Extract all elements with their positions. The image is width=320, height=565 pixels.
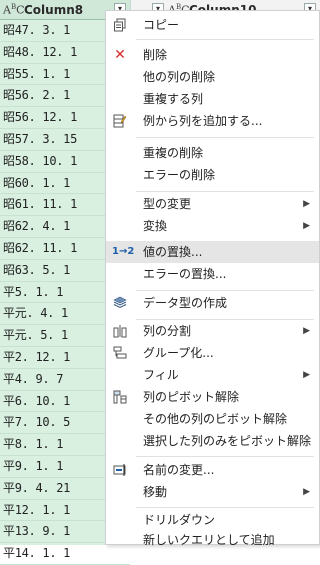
text-type-icon[interactable]: ABC [3,3,25,17]
menu-item-label: 変換 [143,219,168,233]
menu-item-unpivot-only-selected[interactable]: 選択した列のみをピボット解除 [106,430,319,452]
menu-item-move[interactable]: 移動 ▶ [106,481,319,503]
menu-item-label: 値の置換... [143,245,203,259]
menu-item-change-type[interactable]: 型の変更 ▶ [106,193,319,215]
menu-item-unpivot-other-columns[interactable]: その他の列のピボット解除 [106,408,319,430]
menu-separator [136,290,314,291]
menu-item-label: グループ化... [143,346,214,360]
menu-item-label: 重複の削除 [143,146,204,160]
menu-item-add-as-new-query[interactable]: 新しいクエリとして追加 [106,529,319,551]
menu-item-duplicate-column[interactable]: 重複する列 [106,88,319,110]
menu-item-label: 新しいクエリとして追加 [143,533,275,547]
menu-item-unpivot-columns[interactable]: 列のピボット解除 [106,386,319,408]
menu-item-label: 型の変更 [143,197,192,211]
submenu-arrow-icon: ▶ [303,370,310,380]
submenu-arrow-icon: ▶ [303,326,310,336]
menu-item-delete[interactable]: ✕ 削除 [106,44,319,66]
column-context-menu: コピー ✕ 削除 他の列の削除 重複する列 例から列を追加する... 重複の削除… [105,10,320,547]
column8-title: Column8 [24,3,84,17]
submenu-arrow-icon: ▶ [303,487,310,497]
menu-item-remove-errors[interactable]: エラーの削除 [106,164,319,186]
menu-item-replace-errors[interactable]: エラーの置換... [106,263,319,285]
menu-item-label: 他の列の削除 [143,70,216,84]
menu-item-label: 選択した列のみをピボット解除 [143,434,312,448]
menu-item-label: 列のピボット解除 [143,390,240,404]
menu-item-drill-down[interactable]: ドリルダウン [106,509,319,531]
menu-item-split-column[interactable]: 列の分割 ▶ [106,320,319,342]
replace-values-icon: 1→2 [112,246,135,257]
menu-item-replace-values[interactable]: 1→2 値の置換... [106,241,319,263]
menu-separator [136,39,314,40]
menu-item-label: エラーの置換... [143,267,227,281]
add-column-example-icon [112,114,128,128]
menu-item-remove-other-columns[interactable]: 他の列の削除 [106,66,319,88]
data-type-icon [112,296,128,310]
menu-item-label: その他の列のピボット解除 [143,412,288,426]
rename-icon [112,463,128,477]
menu-item-copy[interactable]: コピー [106,14,319,36]
submenu-arrow-icon: ▶ [303,221,310,231]
menu-item-add-column-from-examples[interactable]: 例から列を追加する... [106,110,319,132]
menu-item-label: 名前の変更... [143,463,215,477]
menu-item-fill[interactable]: フィル ▶ [106,364,319,386]
group-by-icon [112,346,128,360]
copy-icon [112,18,128,32]
menu-item-label: ドリルダウン [143,513,216,527]
unpivot-icon [112,390,128,404]
menu-separator [136,191,314,192]
menu-item-label: 重複する列 [143,92,204,106]
menu-item-label: 移動 [143,485,168,499]
delete-x-icon: ✕ [114,47,126,63]
menu-item-label: フィル [143,368,179,382]
menu-item-label: コピー [143,18,180,32]
menu-item-label: 例から列を追加する... [143,114,263,128]
submenu-arrow-icon: ▶ [303,199,310,209]
menu-separator [136,456,314,457]
menu-item-label: データ型の作成 [143,296,228,310]
split-column-icon [112,324,128,338]
menu-separator [136,137,314,138]
menu-item-label: エラーの削除 [143,168,216,182]
menu-item-label: 削除 [143,48,168,62]
menu-item-create-data-type[interactable]: データ型の作成 [106,292,319,314]
menu-item-transform[interactable]: 変換 ▶ [106,215,319,237]
menu-item-label: 列の分割 [143,324,192,338]
menu-separator [136,507,314,508]
menu-item-remove-duplicates[interactable]: 重複の削除 [106,142,319,164]
menu-item-rename[interactable]: 名前の変更... [106,459,319,481]
menu-item-group-by[interactable]: グループ化... [106,342,319,364]
